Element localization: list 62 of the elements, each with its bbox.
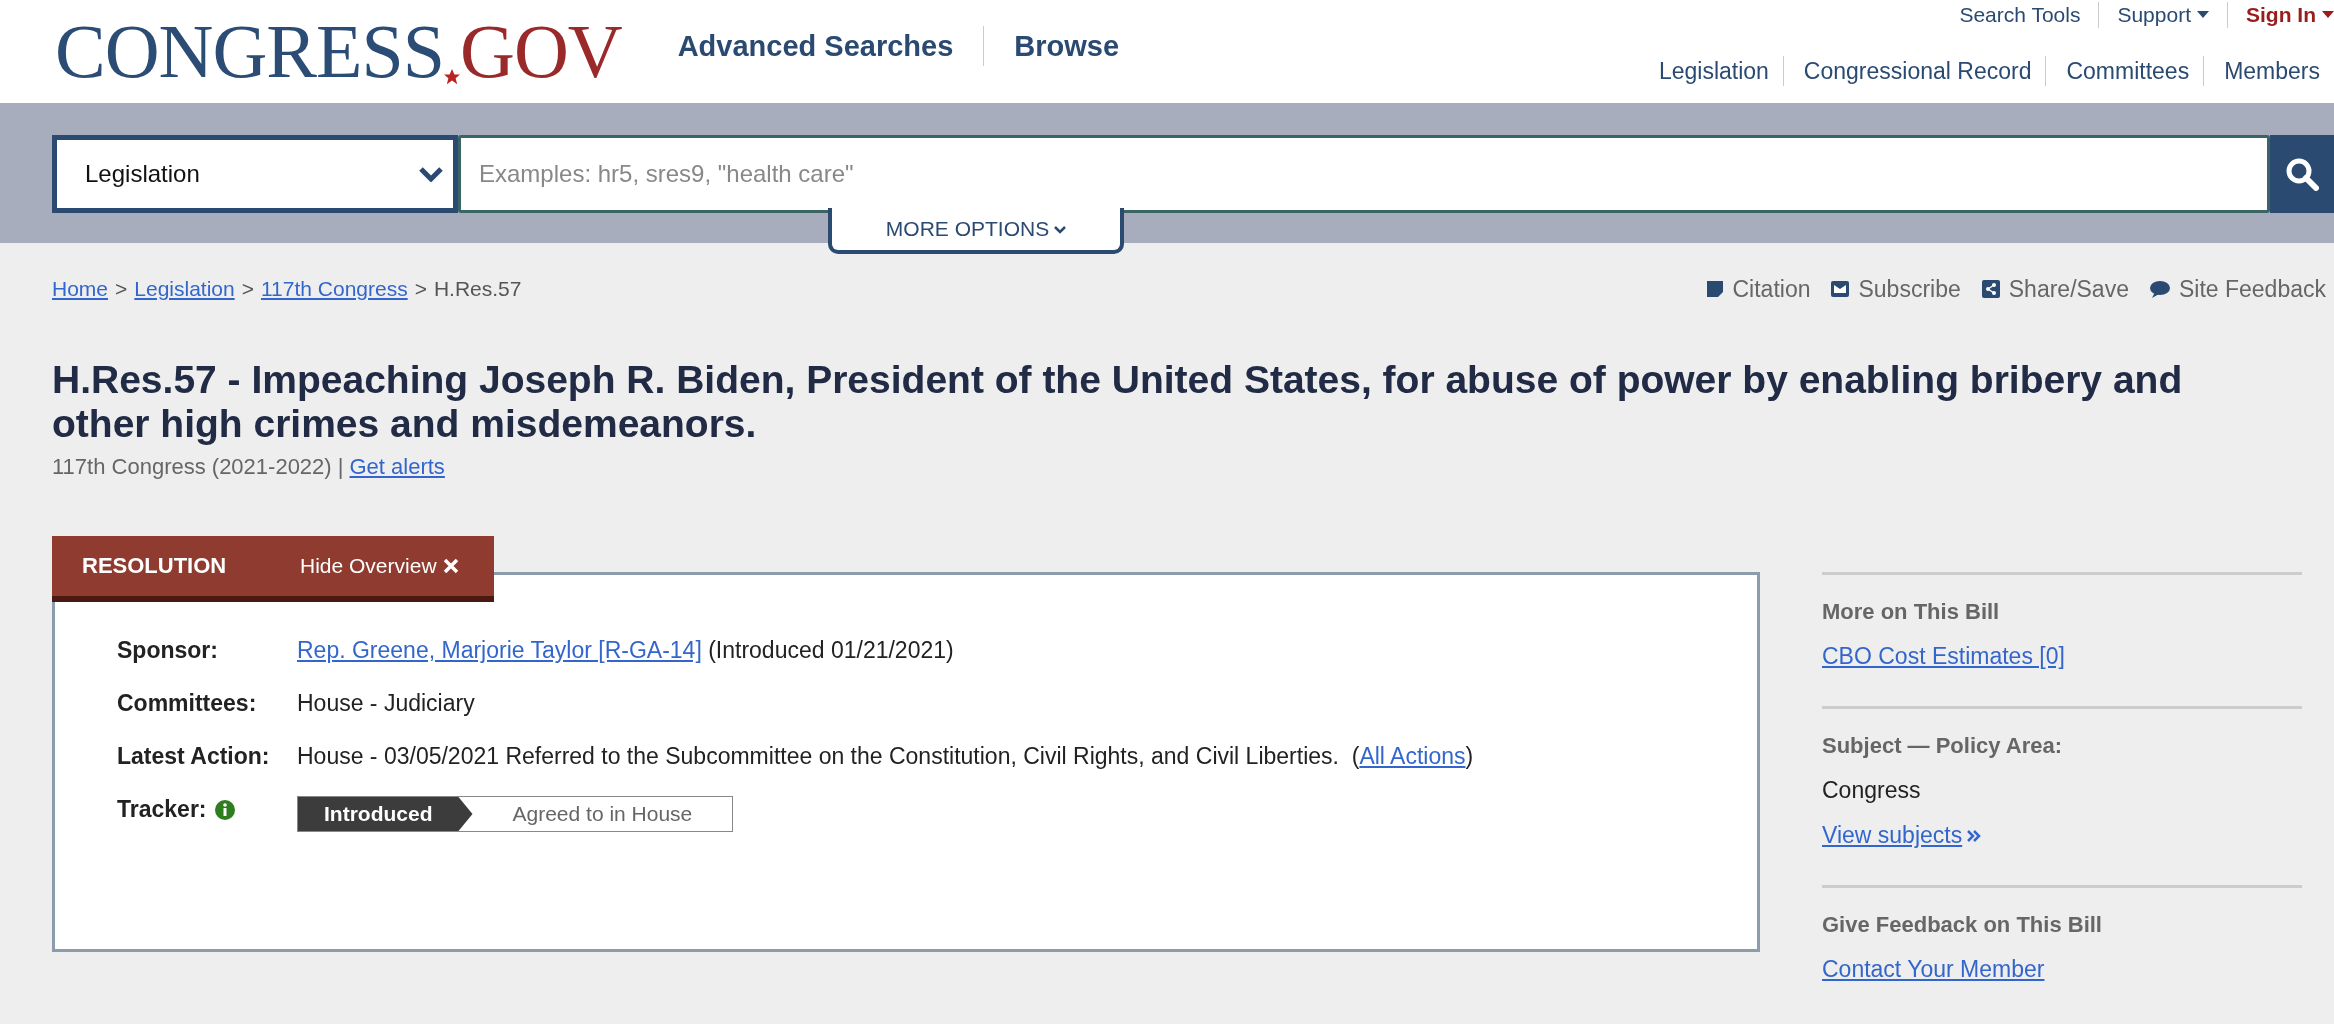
sidebar-heading: More on This Bill <box>1822 599 2000 625</box>
hide-overview-button[interactable]: Hide Overview <box>300 554 459 578</box>
search-field[interactable]: Examples: hr5, sres9, "health care" <box>458 135 2270 213</box>
page-action-label: Site Feedback <box>2178 275 2326 303</box>
sidebar-heading: Subject — Policy Area: <box>1822 733 2063 759</box>
utility-link[interactable]: Search Tools <box>1941 2 2081 28</box>
alerts-link[interactable]: Get alerts <box>349 454 445 480</box>
double-chevron-icon <box>1966 828 1983 843</box>
sidebar-heading: Give Feedback on This Bill <box>1822 912 2102 938</box>
current-page-text: H.Res.57 <box>433 277 522 301</box>
page-action-link[interactable]: Site Feedback <box>2148 275 2326 303</box>
field-label: Committees: <box>117 690 258 717</box>
field-value: House - 03/05/2021 Referred to the Subcommittee on the Constitution, Civil Rights, and Civil Liberties. (All Actions) <box>297 743 1474 770</box>
bill-title: H.Res.57 - Impeaching Joseph R. Biden, President of the United States, for abuse of power by enabling bribery and other high crimes and misdemeanors. <box>52 358 2184 446</box>
chevron-down-icon <box>1054 224 1067 234</box>
field-value: House - Judiciary <box>297 690 475 717</box>
envelope-icon <box>1830 279 1851 299</box>
congress-label: 117th Congress (2021-2022) | <box>52 454 344 480</box>
section-link[interactable]: Members <box>2203 56 2334 86</box>
page-action-label: Subscribe <box>1858 275 1961 303</box>
tracker-step: Introduced <box>298 797 473 831</box>
breadcrumb-separator: > <box>241 277 254 301</box>
info-icon[interactable] <box>214 799 235 820</box>
nav-link[interactable]: Browse <box>983 26 1150 66</box>
page-action-link[interactable]: Subscribe <box>1830 275 1961 303</box>
speech-bubble-icon <box>2148 279 2171 299</box>
caret-icon <box>2322 11 2334 19</box>
field-label: Sponsor: <box>117 637 219 664</box>
share-icon <box>1980 279 2001 299</box>
breadcrumb-link[interactable]: 117th Congress <box>260 277 408 301</box>
page-action-link[interactable]: Citation <box>1704 275 1811 303</box>
field-value: Rep. Greene, Marjorie Taylor [R-GA-14] (Introduced 01/21/2021) <box>297 637 954 664</box>
sidebar-link[interactable]: Contact Your Member <box>1822 956 2045 983</box>
search-icon <box>2285 157 2319 191</box>
page-action-label: Citation <box>1732 275 1811 303</box>
section-link[interactable]: Congressional Record <box>1782 56 2046 86</box>
breadcrumb-separator: > <box>115 277 128 301</box>
note-icon <box>1704 279 1725 299</box>
caret-icon <box>2197 11 2209 19</box>
sidebar-text: Congress <box>1822 777 1921 804</box>
sidebar-link[interactable]: View subjects <box>1822 822 1983 849</box>
close-icon <box>442 558 459 574</box>
breadcrumb-link[interactable]: Home <box>52 277 109 301</box>
section-link[interactable]: Committees <box>2045 56 2204 86</box>
utility-link[interactable]: Support <box>2098 2 2209 28</box>
more-options-button[interactable]: MORE OPTIONS <box>828 208 1124 254</box>
site-logo[interactable]: CONGRESS GOV <box>55 8 622 95</box>
search-button[interactable] <box>2270 135 2334 213</box>
breadcrumb-link[interactable]: Legislation <box>134 277 235 301</box>
section-link[interactable]: Legislation <box>1638 56 1783 86</box>
field-label: Latest Action: <box>117 743 271 770</box>
page-action-label: Share/Save <box>2008 275 2129 303</box>
field-label: Tracker: <box>117 796 207 823</box>
type-label: RESOLUTION <box>82 553 228 579</box>
nav-link[interactable]: Advanced Searches <box>677 26 984 66</box>
chevron-down-icon <box>419 166 443 182</box>
collection-select[interactable]: Legislation <box>52 135 458 213</box>
sidebar-link[interactable]: CBO Cost Estimates [0] <box>1822 643 2065 670</box>
utility-link[interactable]: Sign In <box>2227 2 2334 28</box>
value-link[interactable]: Rep. Greene, Marjorie Taylor [R-GA-14] <box>297 637 702 663</box>
page-action-link[interactable]: Share/Save <box>1980 275 2129 303</box>
breadcrumb-separator: > <box>414 277 427 301</box>
